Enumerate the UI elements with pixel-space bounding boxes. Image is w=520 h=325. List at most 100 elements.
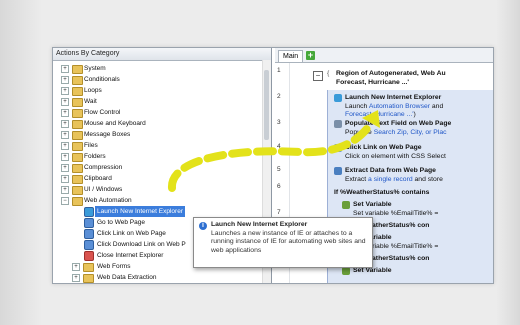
- folder-icon: [83, 263, 94, 272]
- expand-icon[interactable]: +: [72, 263, 80, 271]
- line-number: 1: [277, 67, 281, 74]
- step-title: Launch New Internet Explorer: [345, 94, 442, 101]
- step-description-line2: Forecast, Hurricane ...'): [345, 111, 416, 119]
- expand-icon[interactable]: +: [61, 98, 69, 106]
- folder-icon: [72, 153, 83, 162]
- folder-icon: [72, 109, 83, 118]
- step-title: Set Variable: [353, 267, 392, 274]
- tree-item-label: Close Internet Explorer: [97, 252, 164, 259]
- folder-icon: [72, 175, 83, 184]
- step-desc-text: Launch: [345, 103, 369, 110]
- tree-item-label: Web Automation: [84, 197, 132, 204]
- expand-icon[interactable]: +: [72, 274, 80, 282]
- action-tooltip: i Launch New Internet Explorer Launches …: [193, 217, 373, 268]
- line-number: 3: [277, 119, 281, 126]
- background-shadow-right: [496, 0, 520, 325]
- variable-icon: [342, 267, 350, 275]
- actions-panel-title: Actions By Category: [53, 48, 271, 61]
- extract-data-icon: [334, 167, 342, 175]
- step-desc-link[interactable]: a single record: [368, 176, 413, 183]
- collapse-region-icon[interactable]: −: [313, 71, 323, 81]
- tree-item-label: Folders: [84, 153, 106, 160]
- tooltip-body: Launches a new instance of IE or attache…: [211, 230, 366, 254]
- tree-item-label: Click Download Link on Web P: [97, 241, 186, 248]
- tooltip-title: Launch New Internet Explorer: [211, 221, 308, 228]
- folder-icon: [83, 274, 94, 283]
- step-desc-text: and store: [412, 176, 443, 183]
- step-title: Click Link on Web Page: [345, 144, 422, 151]
- region-brace-icon: {: [327, 70, 330, 77]
- folder-icon: [72, 142, 83, 151]
- region-title: Region of Autogenerated, Web Au: [336, 70, 446, 77]
- tree-item-label: System: [84, 65, 106, 72]
- folder-icon: [72, 120, 83, 129]
- folder-icon: [72, 87, 83, 96]
- folder-icon: [72, 164, 83, 173]
- tree-item-label: Web Data Extraction: [97, 274, 157, 281]
- tree-item-label: Compression: [84, 164, 123, 171]
- close-browser-icon: [84, 251, 94, 261]
- step-description: Launch Automation Browser and: [345, 103, 443, 111]
- tab-main[interactable]: Main: [278, 50, 304, 62]
- folder-icon: [72, 131, 83, 140]
- click-link-icon: [334, 144, 342, 152]
- step-desc-text: Populate: [345, 129, 374, 136]
- expand-icon[interactable]: +: [61, 109, 69, 117]
- step-desc-text: Extract: [345, 176, 369, 183]
- expand-icon[interactable]: +: [61, 76, 69, 84]
- internet-explorer-icon: [84, 207, 94, 217]
- add-tab-icon[interactable]: +: [306, 51, 315, 60]
- step-desc-text: and: [430, 103, 444, 110]
- step-desc-link[interactable]: Forecast, Hurricane ...': [345, 111, 414, 118]
- tree-item-label: Go to Web Page: [97, 219, 145, 226]
- step-description: Click on element with CSS Select: [345, 153, 446, 160]
- expand-icon[interactable]: +: [61, 186, 69, 194]
- step-title: If %WeatherStatus% contains: [334, 189, 430, 196]
- folder-icon: [72, 65, 83, 74]
- folder-icon: [72, 76, 83, 85]
- tree-item-label: Click Link on Web Page: [97, 230, 166, 237]
- line-number: 4: [277, 143, 281, 150]
- folder-icon: [72, 186, 83, 195]
- tree-item-label: Flow Control: [84, 109, 121, 116]
- expand-icon[interactable]: +: [61, 65, 69, 73]
- expand-icon[interactable]: +: [61, 153, 69, 161]
- tree-item-label: Conditionals: [84, 76, 120, 83]
- expand-icon[interactable]: +: [61, 142, 69, 150]
- step-description: Extract a single record and store: [345, 176, 443, 184]
- tree-item-label: Mouse and Keyboard: [84, 120, 146, 127]
- step-description: Populate Search Zip, City, or Plac: [345, 129, 447, 137]
- expand-icon[interactable]: +: [61, 87, 69, 95]
- tree-item-label: Loops: [84, 87, 102, 94]
- tree-item-label: UI / Windows: [84, 186, 123, 193]
- line-number: 2: [277, 93, 281, 100]
- step-title: Populate Text Field on Web Page: [345, 120, 452, 127]
- internet-explorer-icon: [334, 94, 342, 102]
- collapse-icon[interactable]: −: [61, 197, 69, 205]
- folder-icon: [72, 197, 83, 206]
- text-field-icon: [334, 120, 342, 128]
- step-desc-link[interactable]: Search Zip, City, or Plac: [374, 129, 447, 136]
- line-number: 5: [277, 166, 281, 173]
- tree-item-label: Message Boxes: [84, 131, 131, 138]
- expand-icon[interactable]: +: [61, 120, 69, 128]
- background-shadow-left: [0, 0, 42, 325]
- step-title: Set Variable: [353, 201, 392, 208]
- variable-icon: [342, 201, 350, 209]
- tree-item-label: Web Forms: [97, 263, 131, 270]
- scrollbar-thumb[interactable]: [264, 70, 269, 140]
- step-desc-link[interactable]: Automation Browser: [369, 103, 430, 110]
- click-link-icon: [84, 229, 94, 239]
- step-title: Extract Data from Web Page: [345, 167, 436, 174]
- expand-icon[interactable]: +: [61, 175, 69, 183]
- web-page-icon: [84, 218, 94, 228]
- tree-item-label: Wait: [84, 98, 97, 105]
- tree-item-label: Clipboard: [84, 175, 112, 182]
- expand-icon[interactable]: +: [61, 131, 69, 139]
- region-subtitle: Forecast, Hurricane ...': [336, 79, 410, 86]
- download-link-icon: [84, 240, 94, 250]
- folder-icon: [72, 98, 83, 107]
- tree-item-label: Launch New Internet Explorer: [95, 206, 185, 217]
- info-icon: i: [199, 222, 207, 230]
- expand-icon[interactable]: +: [61, 164, 69, 172]
